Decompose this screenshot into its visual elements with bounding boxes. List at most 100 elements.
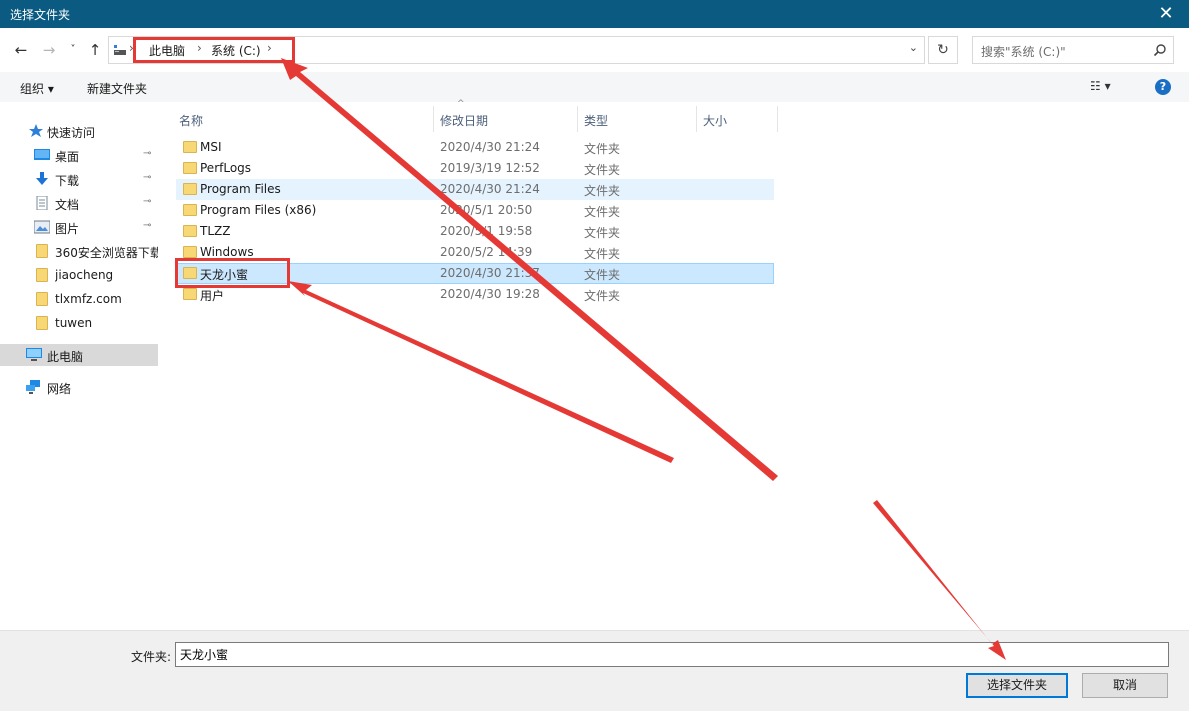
pin-icon[interactable]: ⊸ (143, 148, 151, 159)
sidebar-item-360-downloads[interactable]: 360安全浏览器下载 (0, 240, 158, 262)
file-date: 2020/5/1 20:50 (440, 203, 533, 217)
computer-icon (114, 45, 126, 55)
annotation-highlight-breadcrumb (133, 37, 295, 63)
file-type: 文件夹 (584, 226, 621, 240)
sidebar-item-label: 网络 (47, 382, 72, 396)
sidebar-item-documents[interactable]: 文档 ⊸ (0, 192, 158, 214)
select-folder-button[interactable]: 选择文件夹 (966, 673, 1068, 698)
file-row[interactable]: PerfLogs 2019/3/19 12:52 文件夹 (176, 158, 774, 179)
view-options-icon[interactable]: ☷ ▾ (1090, 79, 1130, 95)
file-name: PerfLogs (200, 161, 252, 175)
sidebar-item-label: 文档 (55, 198, 80, 212)
search-placeholder[interactable]: 搜索"系统 (C:)" (981, 43, 1066, 60)
file-type: 文件夹 (584, 205, 621, 219)
sidebar-item-tuwen[interactable]: tuwen (0, 312, 158, 334)
organize-menu-button[interactable]: 组织 ▾ (20, 80, 54, 97)
title-bar: 选择文件夹 ✕ (0, 0, 1189, 28)
folder-icon (183, 225, 197, 237)
file-row[interactable]: Program Files 2020/4/30 21:24 文件夹 (176, 179, 774, 200)
sidebar-item-label: 此电脑 (47, 350, 84, 364)
search-box[interactable]: 搜索"系统 (C:)" (972, 36, 1174, 64)
folder-field-label: 文件夹: (131, 650, 172, 664)
back-arrow-icon[interactable]: ← (10, 39, 32, 61)
file-date: 2020/5/1 19:58 (440, 224, 533, 238)
column-header-date[interactable]: 修改日期 (434, 106, 578, 132)
column-header-label: 类型 (584, 114, 609, 128)
folder-icon (36, 244, 48, 258)
navigation-pane: 快速访问 桌面 ⊸ 下载 ⊸ 文档 ⊸ 图片 ⊸ 360安全浏览器下载 jiao… (0, 102, 160, 630)
sidebar-item-label: 桌面 (55, 150, 80, 164)
file-name: Program Files (200, 182, 281, 196)
column-header-type[interactable]: 类型 (578, 106, 697, 132)
sidebar-item-label: tlxmfz.com (55, 292, 122, 306)
star-icon (29, 124, 43, 137)
file-type: 文件夹 (584, 163, 621, 177)
sidebar-item-quick-access[interactable]: 快速访问 (0, 120, 158, 142)
file-row[interactable]: TLZZ 2020/5/1 19:58 文件夹 (176, 221, 774, 242)
annotation-highlight-selected-folder (175, 258, 290, 288)
column-header-name[interactable]: 名称 (173, 106, 434, 132)
pin-icon[interactable]: ⊸ (143, 196, 151, 207)
document-icon (36, 196, 48, 210)
file-type: 文件夹 (584, 247, 621, 261)
sidebar-item-network[interactable]: 网络 (0, 376, 158, 398)
new-folder-button[interactable]: 新建文件夹 (87, 80, 147, 97)
sidebar-item-pictures[interactable]: 图片 ⊸ (0, 216, 158, 238)
command-toolbar: 组织 ▾ 新建文件夹 ☷ ▾ ? (0, 72, 1189, 102)
sidebar-item-jiaocheng[interactable]: jiaocheng (0, 264, 158, 286)
file-date: 2020/4/30 21:37 (440, 266, 540, 280)
address-dropdown-icon[interactable]: ⌄ (909, 41, 918, 54)
folder-icon (183, 141, 197, 153)
pin-icon[interactable]: ⊸ (143, 172, 151, 183)
file-date: 2019/3/19 12:52 (440, 161, 540, 175)
search-icon[interactable] (1153, 43, 1167, 57)
sidebar-item-downloads[interactable]: 下载 ⊸ (0, 168, 158, 190)
close-icon[interactable]: ✕ (1149, 1, 1183, 27)
folder-icon (183, 162, 197, 174)
sidebar-item-desktop[interactable]: 桌面 ⊸ (0, 144, 158, 166)
download-icon (36, 172, 48, 185)
folder-icon (36, 292, 48, 306)
recent-locations-icon[interactable]: ˅ (62, 39, 84, 61)
column-header-label: 名称 (179, 114, 204, 128)
folder-icon (183, 246, 197, 258)
up-arrow-icon[interactable]: ↑ (84, 39, 106, 61)
network-icon (26, 380, 40, 394)
file-type: 文件夹 (584, 268, 621, 282)
file-type: 文件夹 (584, 142, 621, 156)
computer-icon (26, 348, 42, 361)
pin-icon[interactable]: ⊸ (143, 220, 151, 231)
sidebar-item-tlxmfz[interactable]: tlxmfz.com (0, 288, 158, 310)
pictures-icon (34, 220, 50, 234)
column-header-label: 大小 (703, 114, 728, 128)
file-date: 2020/4/30 19:28 (440, 287, 540, 301)
file-list-pane: ^ 名称 修改日期 类型 大小 MSI 2020/4/30 21:24 文件夹 … (160, 99, 1189, 630)
folder-icon (183, 183, 197, 195)
sidebar-item-label: jiaocheng (55, 268, 114, 282)
sidebar-item-this-pc[interactable]: 此电脑 (0, 344, 158, 366)
file-row[interactable]: MSI 2020/4/30 21:24 文件夹 (176, 137, 774, 158)
sidebar-item-label: 下载 (55, 174, 80, 188)
folder-icon (183, 288, 197, 300)
window-title: 选择文件夹 (10, 8, 71, 22)
column-header-label: 修改日期 (440, 114, 489, 128)
file-date: 2020/4/30 21:24 (440, 140, 540, 154)
file-type: 文件夹 (584, 184, 621, 198)
cancel-button[interactable]: 取消 (1082, 673, 1168, 698)
file-name: MSI (200, 140, 222, 154)
file-type: 文件夹 (584, 289, 621, 303)
refresh-icon[interactable]: ↻ (928, 36, 958, 64)
folder-name-input[interactable] (175, 642, 1169, 667)
folder-icon (36, 268, 48, 282)
forward-arrow-icon[interactable]: → (38, 39, 60, 61)
desktop-icon (34, 149, 50, 160)
column-header-size[interactable]: 大小 (697, 106, 778, 132)
dialog-footer: 文件夹: 选择文件夹 取消 (0, 630, 1189, 711)
folder-icon (36, 316, 48, 330)
file-date: 2020/5/2 14:39 (440, 245, 533, 259)
sidebar-item-label: 360安全浏览器下载 (55, 246, 158, 260)
sidebar-item-label: 图片 (55, 222, 80, 236)
column-divider[interactable] (777, 106, 778, 132)
file-row[interactable]: Program Files (x86) 2020/5/1 20:50 文件夹 (176, 200, 774, 221)
help-icon[interactable]: ? (1155, 79, 1171, 95)
